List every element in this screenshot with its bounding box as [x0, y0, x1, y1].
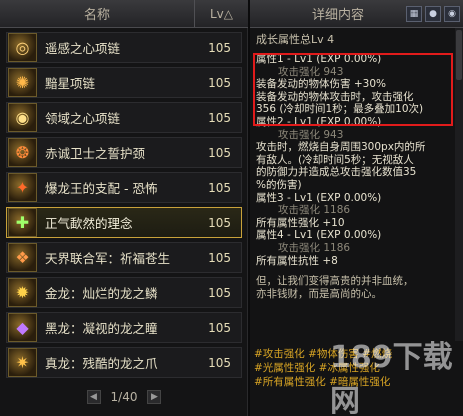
celestial-army-icon: ❖ — [8, 243, 37, 272]
page-indicator: 1/40 — [110, 390, 138, 404]
guard-neck-icon: ❂ — [8, 138, 37, 167]
list-item[interactable]: ✹ 金龙：灿烂的龙之鳞 105 — [6, 277, 242, 308]
list-item[interactable]: ◎ 遥感之心项链 105 — [6, 32, 242, 63]
item-glyph: ◉ — [15, 107, 30, 127]
item-name: 天界联合军：祈福苍生 — [45, 251, 171, 266]
item-level: 105 — [208, 40, 231, 55]
true-dragon-icon: ✷ — [8, 348, 37, 377]
dark-star-necklace-icon: ✺ — [8, 68, 37, 97]
list-item[interactable]: ◆ 黑龙：凝视的龙之瞳 105 — [6, 312, 242, 343]
item-name: 爆龙王的支配 - 恐怖 — [45, 181, 158, 196]
list-item[interactable]: ✷ 真龙：残酷的龙之爪 105 — [6, 347, 242, 378]
detail-header: 详细内容 ▦ ● ◉ — [250, 0, 463, 28]
filter-icon[interactable]: ▦ — [406, 5, 422, 22]
detail-title: 详细内容 — [311, 8, 364, 23]
scrollbar-thumb[interactable] — [456, 30, 462, 80]
justice-icon: ✚ — [8, 208, 37, 237]
name-column-header[interactable]: 名称 — [0, 0, 195, 27]
item-glyph: ✹ — [15, 282, 30, 302]
item-name: 黯星项链 — [45, 76, 96, 91]
list-item[interactable]: ✦ 爆龙王的支配 - 恐怖 105 — [6, 172, 242, 203]
attribute-line: 所有属性抗性 +8 — [256, 254, 338, 267]
attribute-line: 有敌人。(冷却时间5秒；无视敌人 — [256, 153, 414, 166]
attribute-line: 所有属性强化 +10 — [256, 216, 345, 229]
necklace-icon: ◎ — [8, 33, 37, 62]
item-name: 黑龙：凝视的龙之瞳 — [45, 321, 158, 336]
item-glyph: ✦ — [15, 177, 30, 197]
item-glyph: ◆ — [16, 317, 29, 337]
attribute-title: 属性3 - Lv1 (EXP 0.00%) — [256, 191, 382, 204]
item-list-panel: 名称 Lv△ ◎ 遥感之心项链 105 ✺ 黯星项链 105 ◉ 领域之心项链 105 ❂ 赤诚卫士… — [0, 0, 248, 416]
item-name: 遥感之心项链 — [45, 41, 121, 56]
highlight-box — [253, 53, 453, 126]
list-item[interactable]: ◉ 领域之心项链 105 — [6, 102, 242, 133]
list-item[interactable]: ❖ 天界联合军：祈福苍生 105 — [6, 242, 242, 273]
domain-necklace-icon: ◉ — [8, 103, 37, 132]
detail-scrollbar[interactable] — [455, 28, 463, 341]
golden-dragon-icon: ✹ — [8, 278, 37, 307]
level-sort-header[interactable]: Lv△ — [195, 0, 248, 27]
watermark: 189下载网 — [330, 340, 453, 416]
item-name: 正气歃然的理念 — [45, 216, 133, 231]
item-level: 105 — [208, 180, 231, 195]
item-level: 105 — [208, 355, 231, 370]
item-name: 赤诚卫士之誓护颈 — [45, 146, 146, 161]
attribute-line: 的防御力并造成总攻击强化数值35 — [256, 166, 417, 179]
attribute-line: 攻击强化 1186 — [278, 241, 351, 254]
pagination: ◀ 1/40 ▶ — [0, 378, 248, 416]
item-level: 105 — [208, 215, 231, 230]
attribute-line: 攻击强化 943 — [278, 128, 344, 141]
flavor-text-line: 但，让我们变得高贵的并非血统， — [256, 275, 414, 288]
black-dragon-icon: ◆ — [8, 313, 37, 342]
item-level: 105 — [208, 145, 231, 160]
growth-level-header: 成长属性总Lv 4 — [256, 33, 335, 46]
item-level: 105 — [208, 285, 231, 300]
item-level: 105 — [208, 75, 231, 90]
item-name: 真龙：残酷的龙之爪 — [45, 356, 158, 371]
flavor-text-line: 亦非钱财，而是高尚的心。 — [256, 287, 382, 300]
item-glyph: ✚ — [15, 212, 30, 232]
item-level: 105 — [208, 250, 231, 265]
item-glyph: ◎ — [15, 37, 30, 57]
item-glyph: ✷ — [15, 352, 30, 372]
item-glyph: ❂ — [15, 142, 30, 162]
attribute-title: 属性4 - Lv1 (EXP 0.00%) — [256, 229, 382, 242]
list-item[interactable]: ✺ 黯星项链 105 — [6, 67, 242, 98]
eye-icon[interactable]: ◉ — [444, 5, 460, 22]
attribute-line: 攻击时，燃烧自身周围300px内的所 — [256, 141, 426, 154]
list-item[interactable]: ✚ 正气歃然的理念 105 — [6, 207, 242, 238]
dragon-king-icon: ✦ — [8, 173, 37, 202]
attribute-line: %的伤害) — [256, 178, 302, 191]
prev-page-button[interactable]: ◀ — [86, 390, 101, 404]
list-item[interactable]: ❂ 赤诚卫士之誓护颈 105 — [6, 137, 242, 168]
item-name: 领域之心项链 — [45, 111, 121, 126]
item-name: 金龙：灿烂的龙之鳞 — [45, 286, 158, 301]
item-glyph: ✺ — [15, 72, 30, 92]
item-level: 105 — [208, 320, 231, 335]
pin-icon[interactable]: ● — [425, 5, 441, 22]
next-page-button[interactable]: ▶ — [147, 390, 162, 404]
item-level: 105 — [208, 110, 231, 125]
item-list: ◎ 遥感之心项链 105 ✺ 黯星项链 105 ◉ 领域之心项链 105 ❂ 赤诚卫士之誓护颈 105… — [6, 32, 242, 382]
list-header: 名称 Lv△ — [0, 0, 248, 28]
attribute-line: 攻击强化 1186 — [278, 204, 351, 217]
item-glyph: ❖ — [15, 247, 30, 267]
